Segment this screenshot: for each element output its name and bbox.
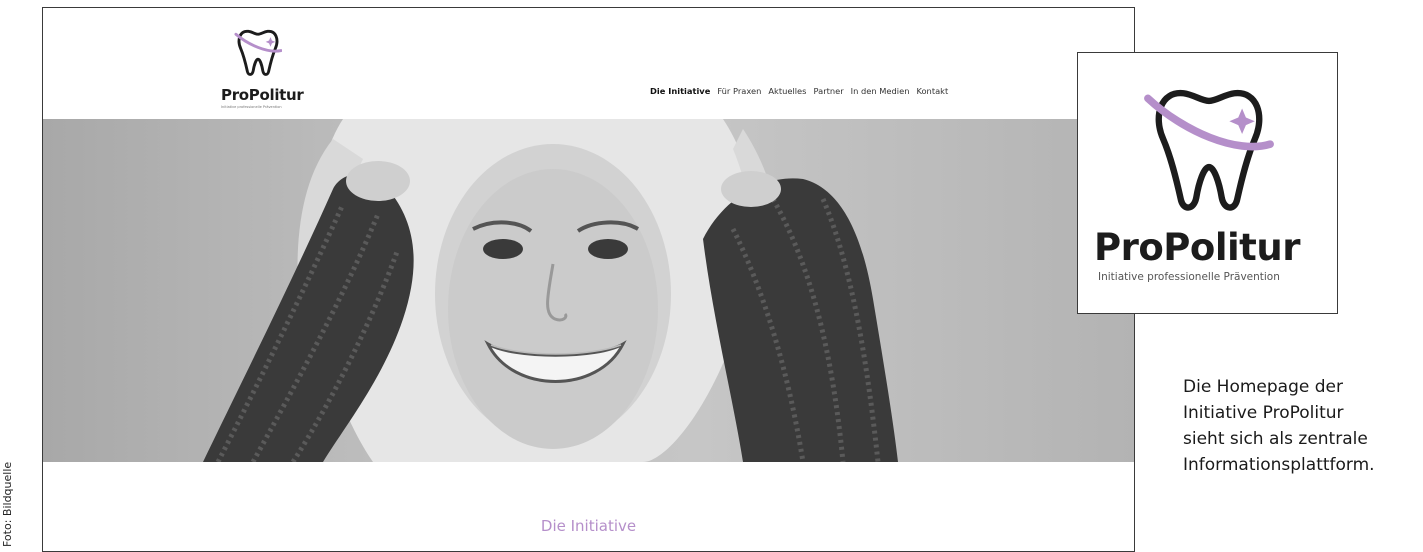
logo-card-wordmark: ProPolitur [1094, 226, 1300, 269]
photo-credit-text: Foto: Bildquelle [1, 461, 14, 547]
caption-line: Die Homepage der [1183, 377, 1343, 397]
caption-line: sieht sich als zentrale [1183, 429, 1368, 449]
nav-item-kontakt[interactable]: Kontakt [916, 86, 948, 96]
nav-item-die-initiative[interactable]: Die Initiative [650, 86, 710, 96]
nav-item-in-den-medien[interactable]: In den Medien [851, 86, 910, 96]
caption-line: Informationsplattform. [1183, 455, 1375, 475]
tooth-logo-icon [1144, 90, 1274, 211]
nav-item-fuer-praxen[interactable]: Für Praxen [717, 86, 761, 96]
logo-card: ProPolitur Initiative professionelle Prä… [1077, 52, 1338, 314]
caption-line: Initiative ProPolitur [1183, 403, 1344, 423]
site-logo-wordmark: ProPolitur [221, 86, 304, 104]
hero-image [43, 119, 1134, 462]
image-caption: Die Homepage der Initiative ProPolitur s… [1183, 374, 1418, 478]
site-header: ProPolitur Initiative professionelle Prä… [43, 8, 1134, 118]
site-logo[interactable]: ProPolitur Initiative professionelle Prä… [211, 24, 306, 114]
smiling-woman-photo [203, 119, 898, 462]
nav-item-partner[interactable]: Partner [813, 86, 843, 96]
photo-credit: Foto: Bildquelle [1, 427, 16, 547]
section-heading: Die Initiative [540, 517, 637, 535]
nav-item-aktuelles[interactable]: Aktuelles [768, 86, 806, 96]
site-logo-tagline: Initiative professionelle Prävention [221, 105, 282, 109]
logo-card-tagline: Initiative professionelle Prävention [1098, 271, 1280, 283]
website-screenshot: ProPolitur Initiative professionelle Prä… [42, 7, 1135, 552]
main-nav: Die Initiative Für Praxen Aktuelles Part… [650, 86, 948, 96]
tooth-logo-icon [234, 29, 282, 76]
